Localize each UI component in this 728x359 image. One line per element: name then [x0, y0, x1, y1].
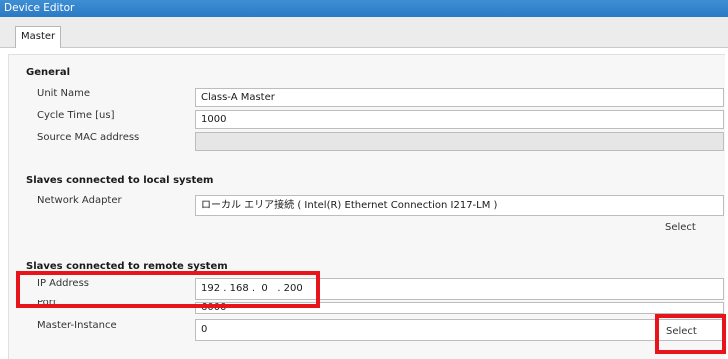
- section-general-heading: General: [26, 67, 70, 78]
- select-button-highlight: [655, 314, 726, 354]
- unit-name-label: Unit Name: [37, 88, 91, 99]
- section-local-heading: Slaves connected to local system: [26, 175, 214, 186]
- ip-address-highlight: [16, 271, 320, 308]
- network-adapter-label: Network Adapter: [37, 195, 122, 206]
- network-adapter-field[interactable]: ローカル エリア接続 ( Intel(R) Ethernet Connectio…: [195, 195, 724, 216]
- select-adapter-button[interactable]: Select: [665, 222, 696, 233]
- master-instance-label: Master-Instance: [37, 320, 117, 331]
- cycle-time-field[interactable]: 1000: [195, 110, 724, 129]
- source-mac-field: [195, 132, 724, 151]
- tab-master[interactable]: Master: [15, 26, 62, 48]
- window-title: Device Editor: [0, 0, 728, 17]
- cycle-time-label: Cycle Time [us]: [37, 110, 115, 121]
- source-mac-label: Source MAC address: [37, 132, 140, 143]
- tab-strip: Master: [0, 17, 728, 48]
- master-instance-field[interactable]: 0: [195, 319, 724, 341]
- unit-name-field[interactable]: Class-A Master: [195, 88, 724, 107]
